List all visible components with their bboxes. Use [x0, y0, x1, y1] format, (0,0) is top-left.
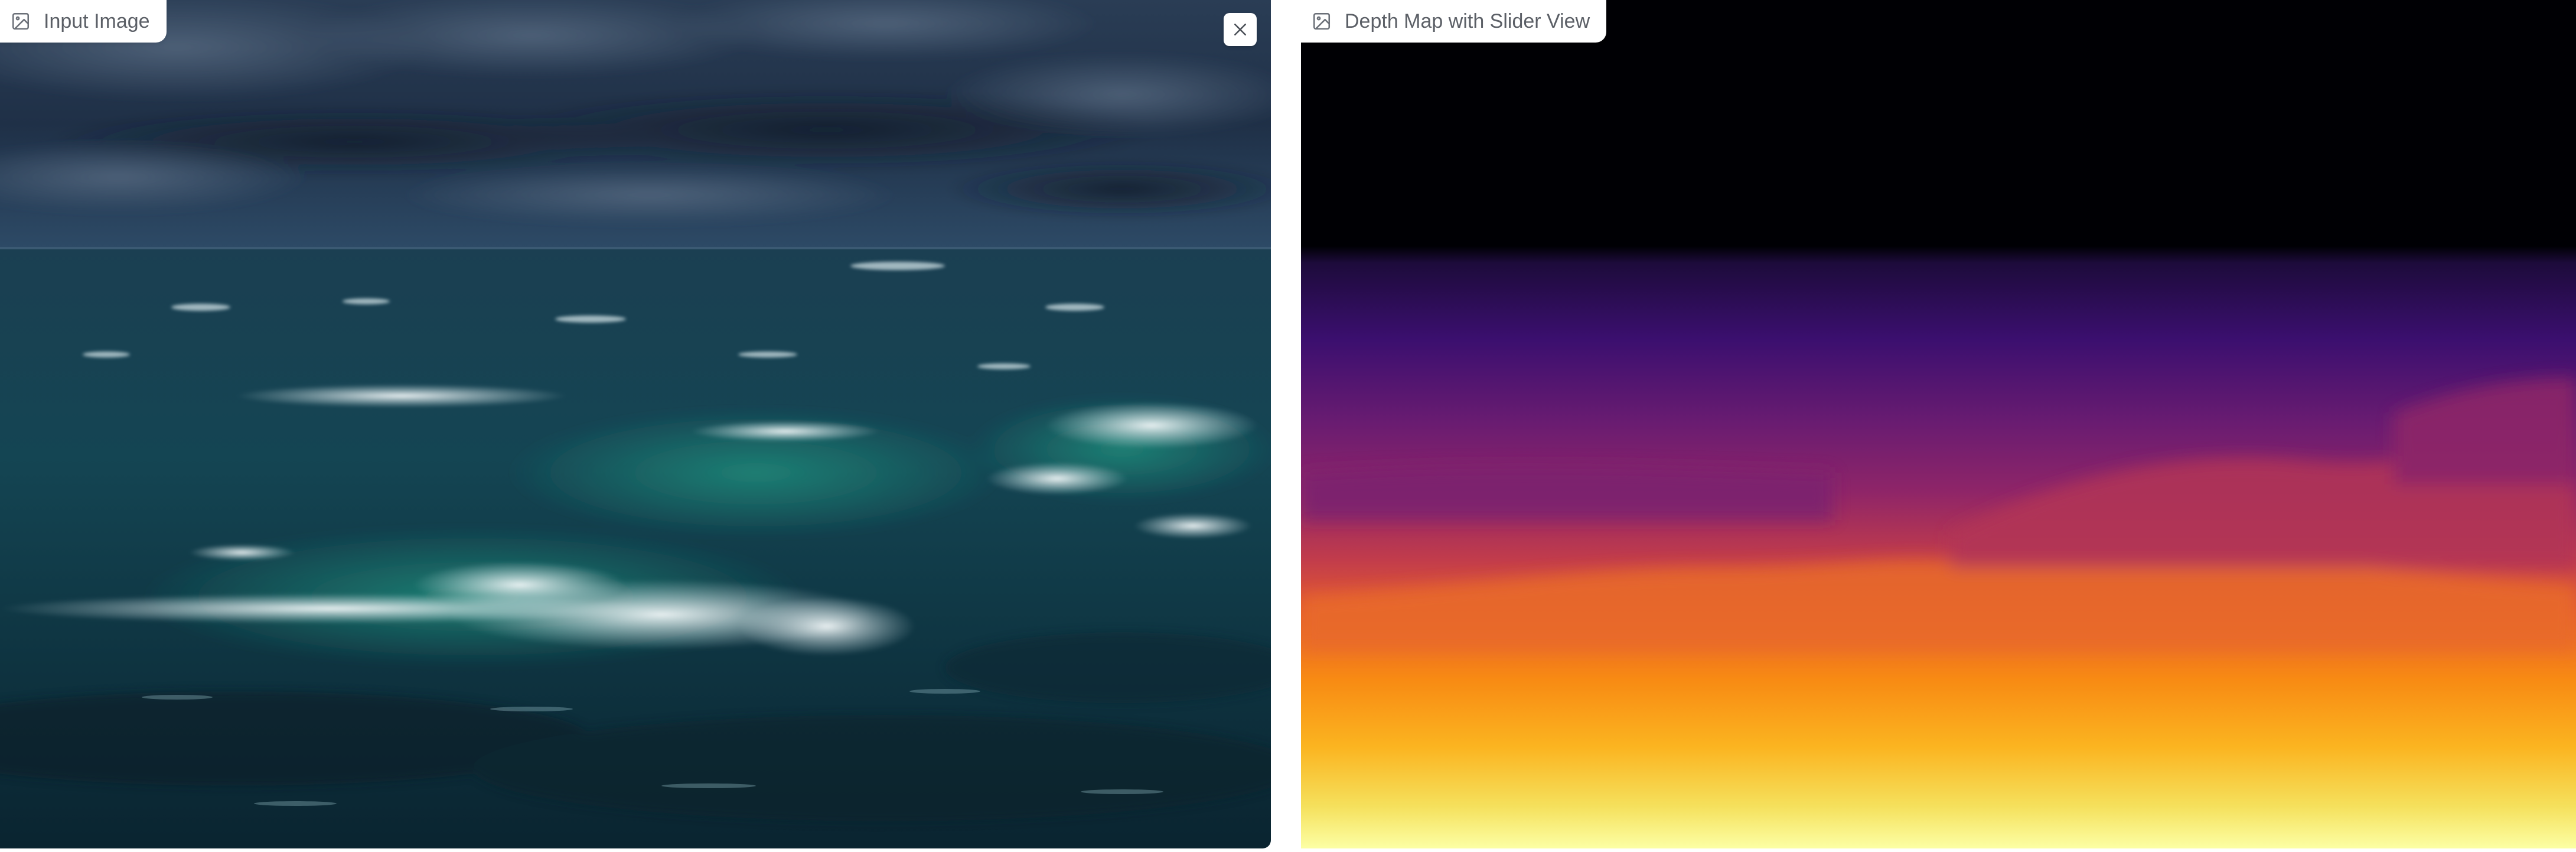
- image-icon: [12, 12, 30, 30]
- depth-map-label: Depth Map with Slider View: [1301, 0, 1607, 43]
- close-icon: [1234, 24, 1246, 35]
- input-image-label-text: Input Image: [44, 9, 150, 32]
- clear-image-button[interactable]: [1224, 13, 1257, 46]
- depth-map-label-text: Depth Map with Slider View: [1345, 9, 1590, 32]
- input-image-label: Input Image: [0, 0, 167, 43]
- input-image: [0, 0, 1271, 848]
- depth-map-image: [1301, 0, 2576, 848]
- input-image-panel: Input Image: [0, 0, 1271, 848]
- image-icon: [1313, 12, 1331, 30]
- depth-map-panel: Depth Map with Slider View: [1301, 0, 2576, 848]
